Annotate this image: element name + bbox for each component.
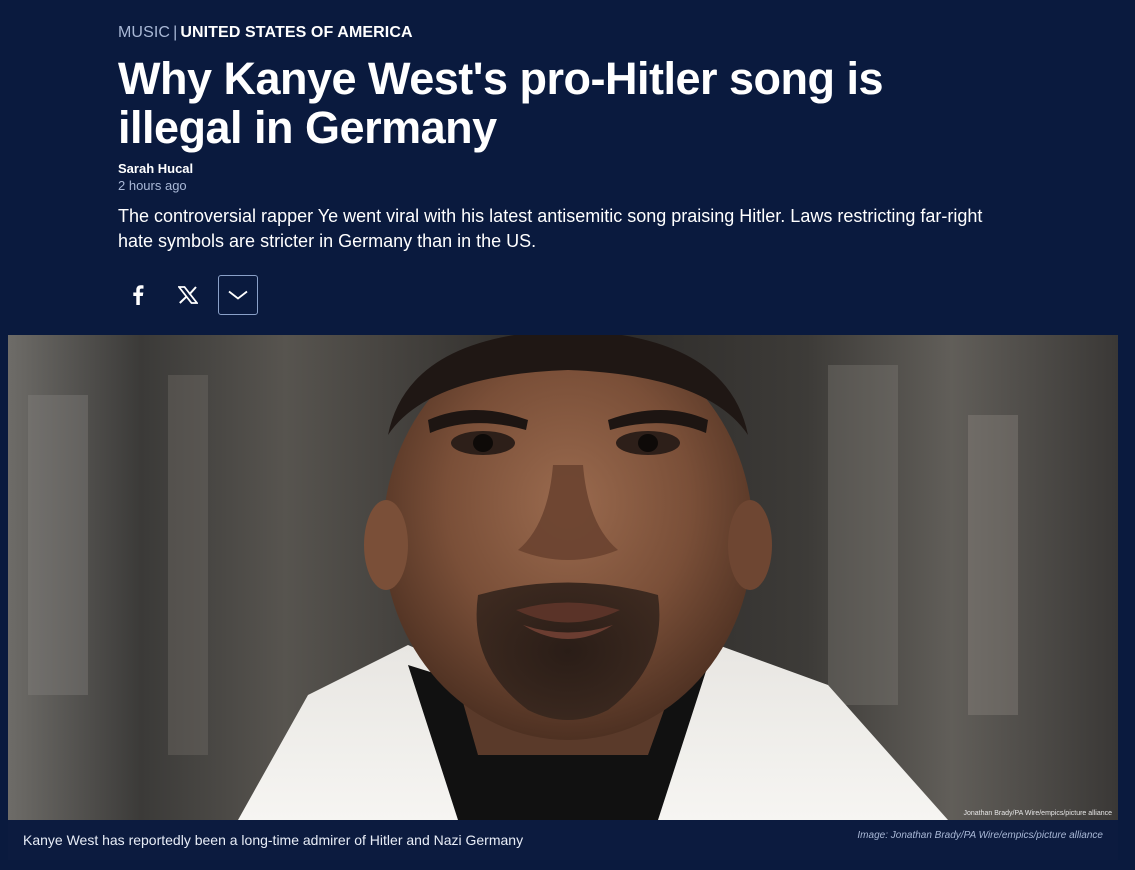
image-caption-bar: Kanye West has reportedly been a long-ti… <box>8 820 1118 860</box>
facebook-share-button[interactable] <box>118 275 158 315</box>
article-page: MUSIC | UNITED STATES OF AMERICA Why Kanye… <box>0 0 1135 870</box>
publish-time: 2 hours ago <box>118 178 187 193</box>
portrait-photo: Jonathan Brady/PA Wire/empics/picture al… <box>8 335 1118 820</box>
country-link[interactable]: UNITED STATES OF AMERICA <box>180 24 412 41</box>
share-bar <box>118 275 278 315</box>
image-credit: Image: Jonathan Brady/PA Wire/empics/pic… <box>857 830 1103 841</box>
image-caption: Kanye West has reportedly been a long-ti… <box>23 832 524 848</box>
x-share-button[interactable] <box>168 275 208 315</box>
author-name[interactable]: Sarah Hucal <box>118 161 193 176</box>
hero-image: Jonathan Brady/PA Wire/empics/picture al… <box>8 335 1118 820</box>
teaser-text: The controversial rapper Ye went viral w… <box>118 206 983 251</box>
category-link[interactable]: MUSIC <box>118 24 170 41</box>
more-share-button[interactable] <box>218 275 258 315</box>
chevron-down-icon <box>228 290 248 300</box>
facebook-icon <box>133 285 144 305</box>
headline: Why Kanye West's pro-Hitler song is ille… <box>118 53 884 153</box>
kicker-separator: | <box>173 24 178 41</box>
x-icon <box>178 286 198 304</box>
overlay-credit: Jonathan Brady/PA Wire/empics/picture al… <box>964 810 1113 817</box>
kicker: MUSIC | UNITED STATES OF AMERICA <box>118 24 413 42</box>
